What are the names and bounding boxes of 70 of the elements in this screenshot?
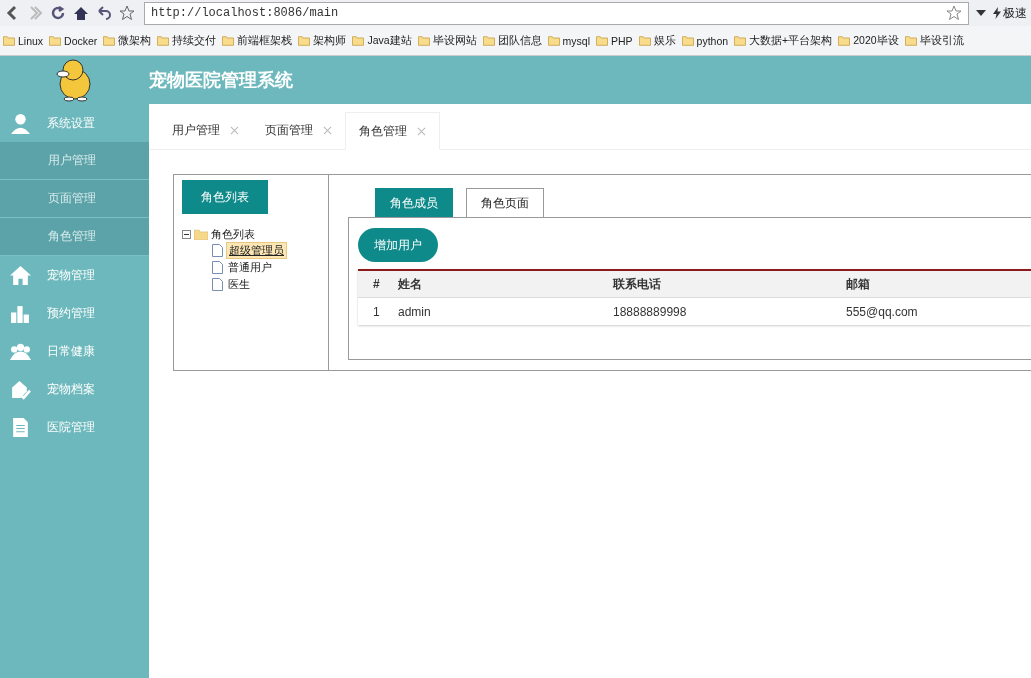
folder-icon [681,35,694,46]
home-icon[interactable] [73,5,89,21]
folder-icon [194,229,208,240]
tree-item[interactable]: 超级管理员 [226,242,287,259]
bookmark[interactable]: 持续交付 [157,33,217,48]
bookmark[interactable]: PHP [596,34,633,47]
dropdown-icon[interactable] [976,10,986,16]
folder-icon [547,35,560,46]
reload-icon[interactable] [50,5,66,21]
folder-icon [3,35,15,46]
folder-icon [49,35,62,46]
bookmark[interactable]: python [681,34,729,47]
tab[interactable]: 页面管理 [252,112,345,149]
bookmark[interactable]: 微架构 [103,33,152,48]
lightning-icon [993,7,1001,19]
folder-icon [298,35,311,46]
bookmark[interactable]: 2020毕设 [838,33,899,48]
app-title: 宠物医院管理系统 [149,69,293,92]
folder-icon [417,35,430,46]
folder-icon [103,35,116,46]
column-header: # [358,270,383,298]
file-icon [212,261,223,274]
address-field[interactable]: http://localhost:8086/main [144,1,969,25]
folder-icon [904,35,917,46]
bookmark[interactable]: 娱乐 [638,33,676,48]
bookmark[interactable]: 大数据+平台架构 [734,33,833,48]
role-list-button[interactable]: 角色列表 [182,180,268,214]
tab[interactable]: 角色页面 [466,188,544,217]
file-icon [212,278,223,291]
home-icon [10,264,31,286]
folder-icon [482,35,495,46]
bookmark[interactable]: Docker [49,34,98,47]
user-icon [10,112,31,134]
table-cell: 18888889998 [598,297,831,325]
folder-icon [222,35,235,46]
table-cell: 1 [358,297,383,325]
tree-item[interactable]: 普通用户 [226,260,274,275]
folder-icon [352,35,365,46]
column-header: 邮箱 [831,270,1031,298]
check-icon [10,378,31,400]
undo-icon[interactable] [96,5,112,21]
collapse-icon[interactable] [182,230,191,239]
table-cell: 555@qq.com [831,297,1031,325]
column-header: 联系电话 [598,270,831,298]
star-icon[interactable] [946,5,962,21]
bookmark[interactable]: 前端框架栈 [222,33,293,48]
folder-icon [734,35,747,46]
folder-icon [638,35,651,46]
bookmark[interactable]: 毕设网站 [417,33,477,48]
speed-button[interactable]: 极速 [993,4,1027,22]
tree-item[interactable]: 医生 [226,277,252,292]
bookmark[interactable]: 毕设引流 [904,33,964,48]
tab[interactable]: 角色成员 [375,188,453,217]
bookmark[interactable]: Linux [3,34,44,47]
folder-icon [838,35,851,46]
bookmark[interactable]: 架构师 [298,33,347,48]
column-header: 姓名 [383,270,598,298]
tree-label[interactable]: 角色列表 [211,227,255,242]
file-icon [212,244,223,257]
folder-icon [596,35,608,46]
star-icon[interactable] [119,5,135,21]
bookmark[interactable]: 团队信息 [482,33,542,48]
add-user-button[interactable]: 增加用户 [358,228,438,262]
bookmark[interactable]: Java建站 [352,33,412,48]
tab[interactable]: 用户管理 [159,112,252,149]
bookmark[interactable]: mysql [547,34,590,47]
tab[interactable]: 角色管理 [345,112,440,150]
doc-icon [10,416,31,438]
table-cell: admin [383,297,598,325]
folder-icon [157,35,170,46]
